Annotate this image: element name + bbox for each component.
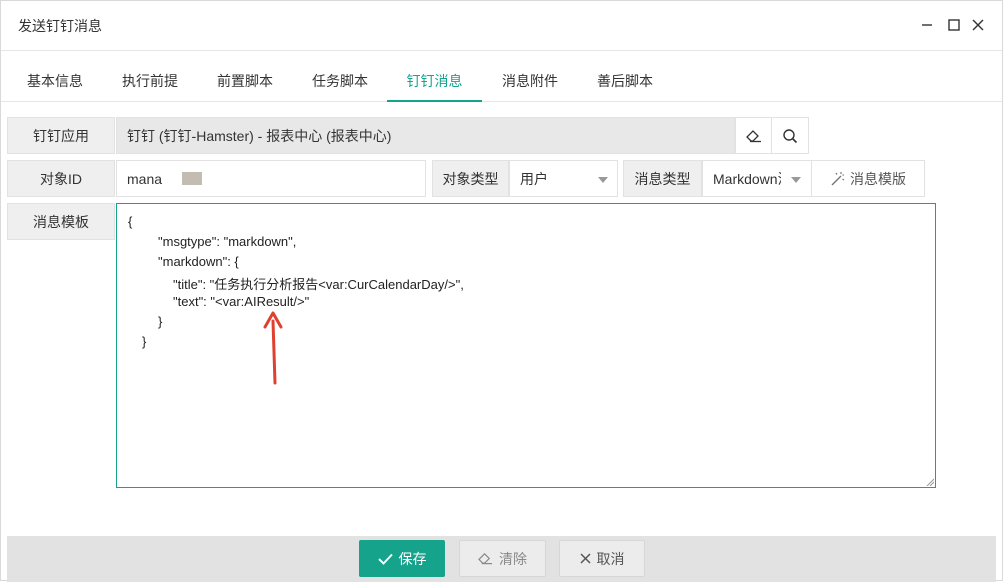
message-template-button[interactable]: 消息模版 [811,160,925,197]
object-id-label: 对象ID [7,160,115,197]
object-type-value: 用户 [520,170,548,187]
code-line: { [128,214,133,229]
code-line: "text": "<var:AIResult/>" [173,294,310,309]
code-line: "markdown": { [158,254,239,269]
save-button-label: 保存 [398,550,427,567]
tab-message-attachment[interactable]: 消息附件 [490,52,570,102]
object-id-value: mana [127,170,163,187]
object-type-label: 对象类型 [432,160,509,197]
dialog-title: 发送钉钉消息 [18,18,102,34]
redaction-block [182,172,203,185]
code-line: } [158,314,163,329]
object-type-select[interactable]: 用户 [509,160,618,197]
search-app-button[interactable] [771,117,809,154]
save-button[interactable]: 保存 [359,540,445,577]
annotation-arrow [263,311,283,385]
message-template-button-label: 消息模版 [850,170,906,187]
tab-task-script[interactable]: 任务脚本 [300,52,380,102]
search-icon [783,128,798,143]
resize-handle[interactable] [926,478,934,486]
clear-app-button[interactable] [735,117,772,154]
code-line: "title": "任务执行分析报告<var:CurCalendarDay/>"… [173,277,464,292]
footer-bar: 保存 清除 取消 [7,536,996,582]
app-label: 钉钉应用 [7,117,115,154]
eraser-icon [745,129,761,142]
cancel-button-label: 取消 [596,550,625,567]
clear-button-label: 清除 [499,550,527,567]
template-label: 消息模板 [7,203,115,240]
maximize-icon[interactable] [943,14,965,36]
magic-wand-icon [831,171,845,185]
close-icon[interactable] [967,14,989,36]
template-editor[interactable]: { "msgtype": "markdown", "markdown": { "… [116,203,936,488]
chevron-down-icon [791,177,801,183]
close-icon [579,553,591,564]
app-field[interactable]: 钉钉 (钉钉-Hamster) - 报表中心 (报表中心) [116,117,735,154]
object-id-input[interactable]: mana [116,160,426,197]
tab-cleanup-script[interactable]: 善后脚本 [585,52,665,102]
title-bar: 发送钉钉消息 [1,1,1002,51]
check-icon [377,553,393,565]
message-type-select[interactable]: Markdown消 [702,160,812,197]
tab-dingtalk-message[interactable]: 钉钉消息 [387,52,482,102]
minimize-icon[interactable] [916,14,938,36]
dialog-window: 发送钉钉消息 基本信息 执行前提 前置脚本 任务脚本 钉钉消息 消息附件 善后脚… [0,0,1003,582]
cancel-button[interactable]: 取消 [559,540,645,577]
clear-button[interactable]: 清除 [459,540,546,577]
tab-pre-script[interactable]: 前置脚本 [205,52,285,102]
tab-bar: 基本信息 执行前提 前置脚本 任务脚本 钉钉消息 消息附件 善后脚本 [1,52,1002,102]
tab-basic-info[interactable]: 基本信息 [15,52,95,102]
code-line: } [142,334,147,349]
message-type-value: Markdown消 [713,170,781,187]
tab-precondition[interactable]: 执行前提 [110,52,190,102]
chevron-down-icon [598,177,608,183]
message-type-label: 消息类型 [623,160,702,197]
code-line: "msgtype": "markdown", [158,234,297,249]
eraser-icon [478,553,492,565]
